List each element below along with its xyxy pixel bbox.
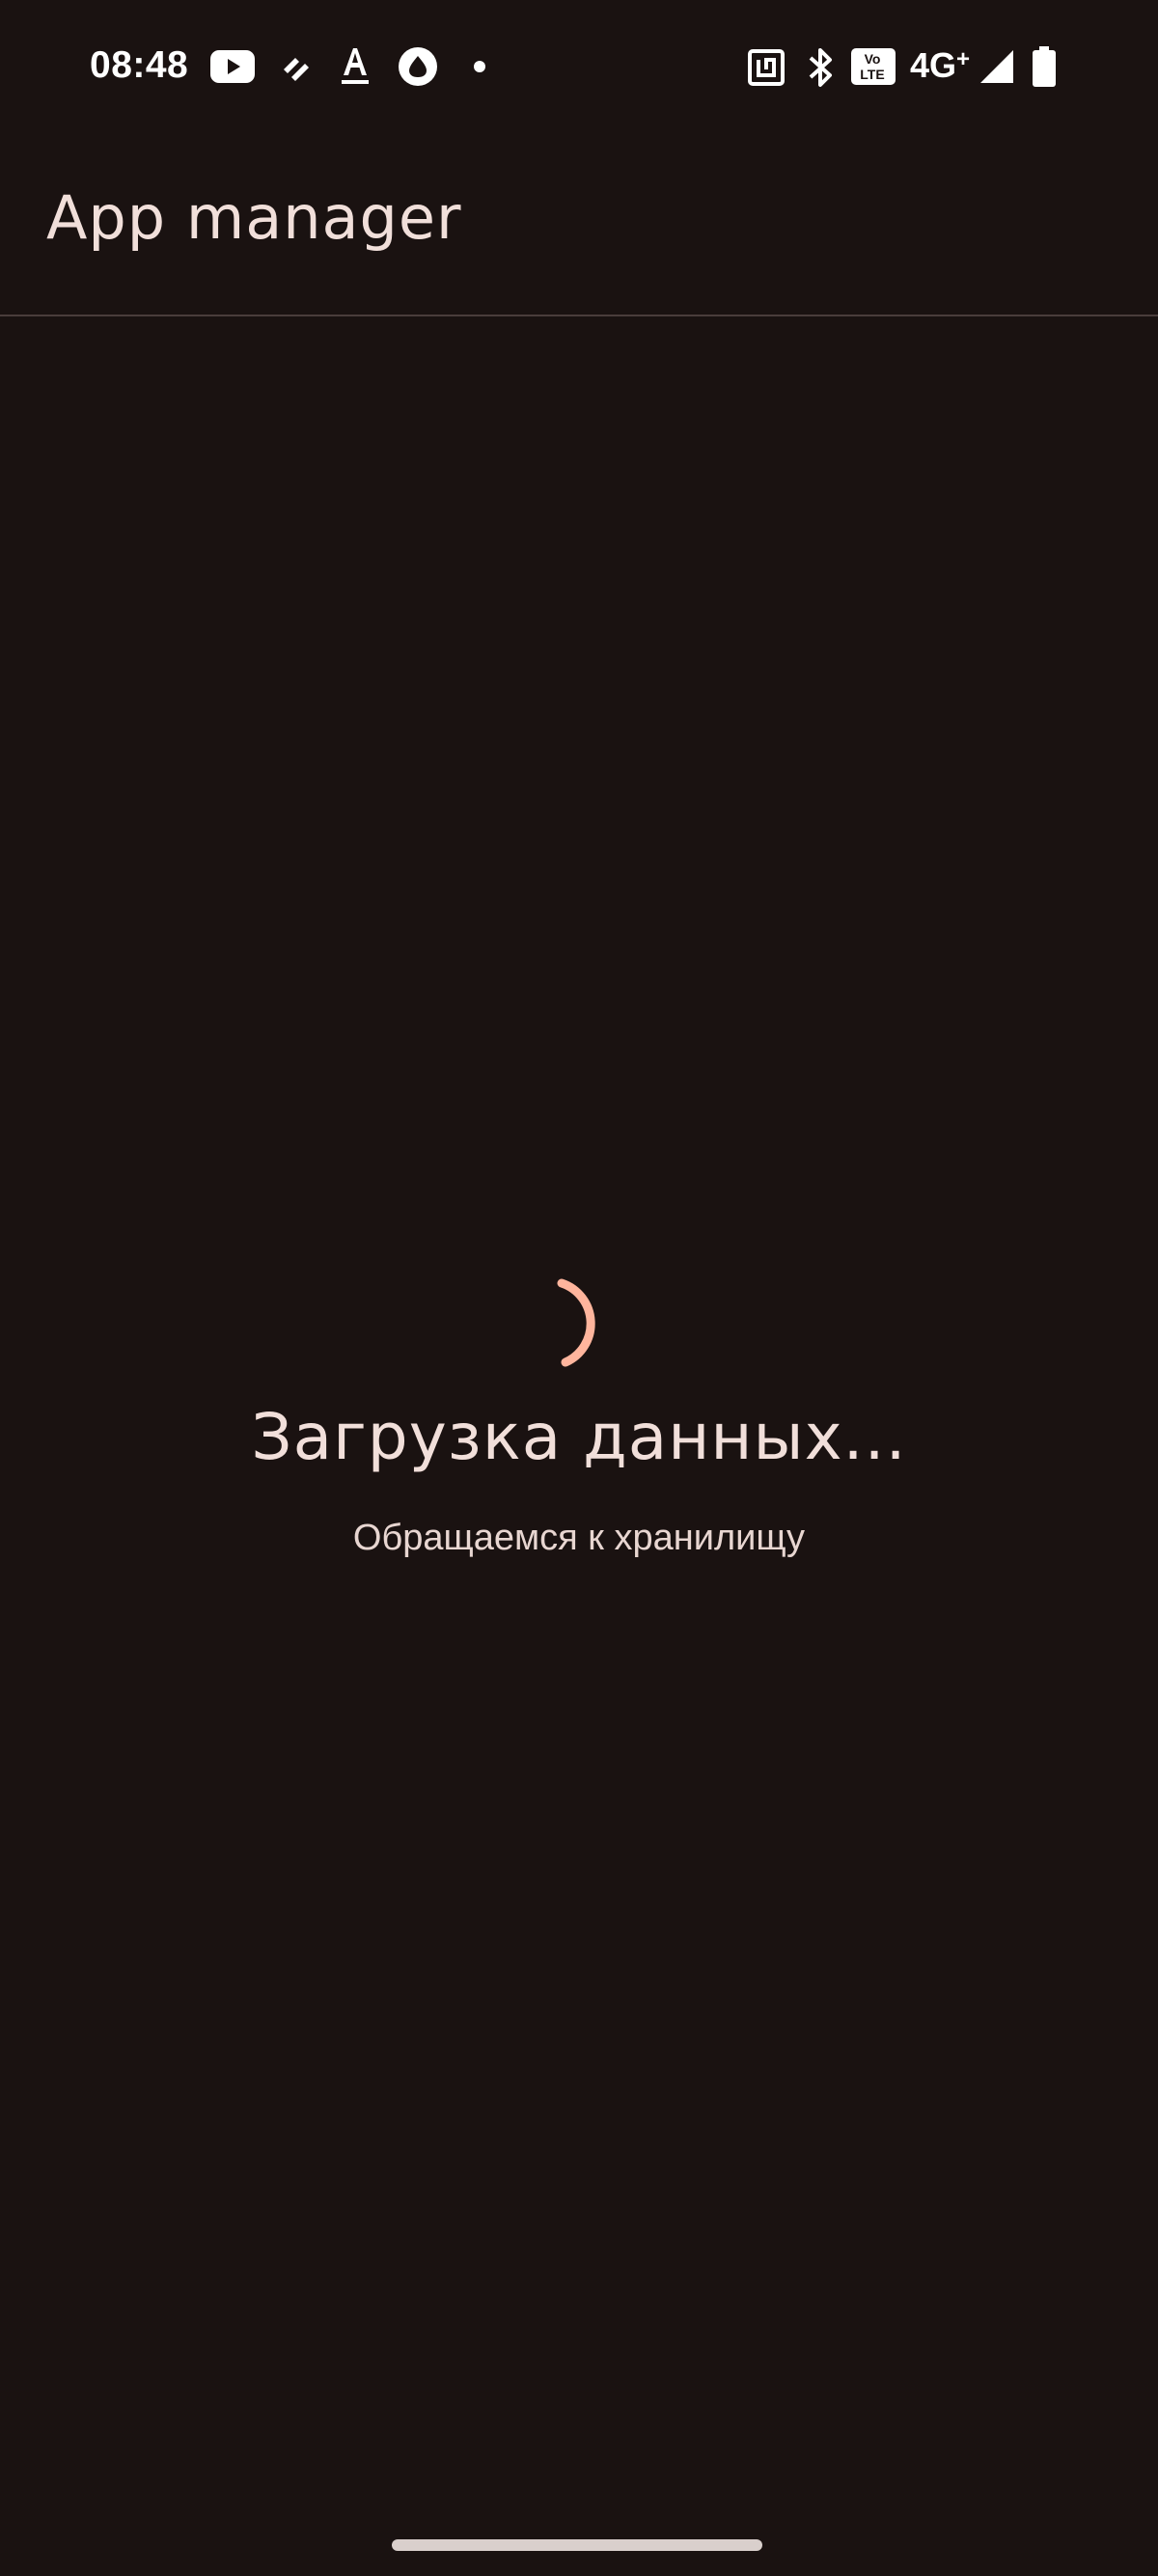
app-notification-icon xyxy=(284,58,309,81)
status-bar: 08:48 Vo LTE 4G+ xyxy=(0,0,1158,135)
volte-bottom-text: LTE xyxy=(860,67,885,82)
loading-spinner-icon xyxy=(557,1278,595,1367)
text-a-icon xyxy=(342,48,369,84)
network-type-label: 4G xyxy=(910,45,957,85)
more-dot-icon xyxy=(474,61,485,72)
alice-icon xyxy=(399,47,437,86)
loading-subtitle: Обращаемся к хранилищу xyxy=(352,1518,806,1558)
status-time: 08:48 xyxy=(90,44,189,86)
app-bar: App manager xyxy=(0,135,1158,316)
volte-top-text: Vo xyxy=(864,51,881,67)
loading-title: Загрузка данных... xyxy=(251,1400,907,1474)
volte-icon: Vo LTE xyxy=(851,48,896,85)
signal-icon xyxy=(980,50,1013,83)
bluetooth-icon xyxy=(809,48,832,87)
network-plus: + xyxy=(956,46,971,72)
battery-icon xyxy=(1033,46,1056,87)
nfc-icon xyxy=(748,49,785,86)
network-type: 4G+ xyxy=(910,44,970,87)
home-indicator[interactable] xyxy=(392,2539,762,2551)
app-title: App manager xyxy=(46,182,462,253)
youtube-icon xyxy=(210,50,255,83)
